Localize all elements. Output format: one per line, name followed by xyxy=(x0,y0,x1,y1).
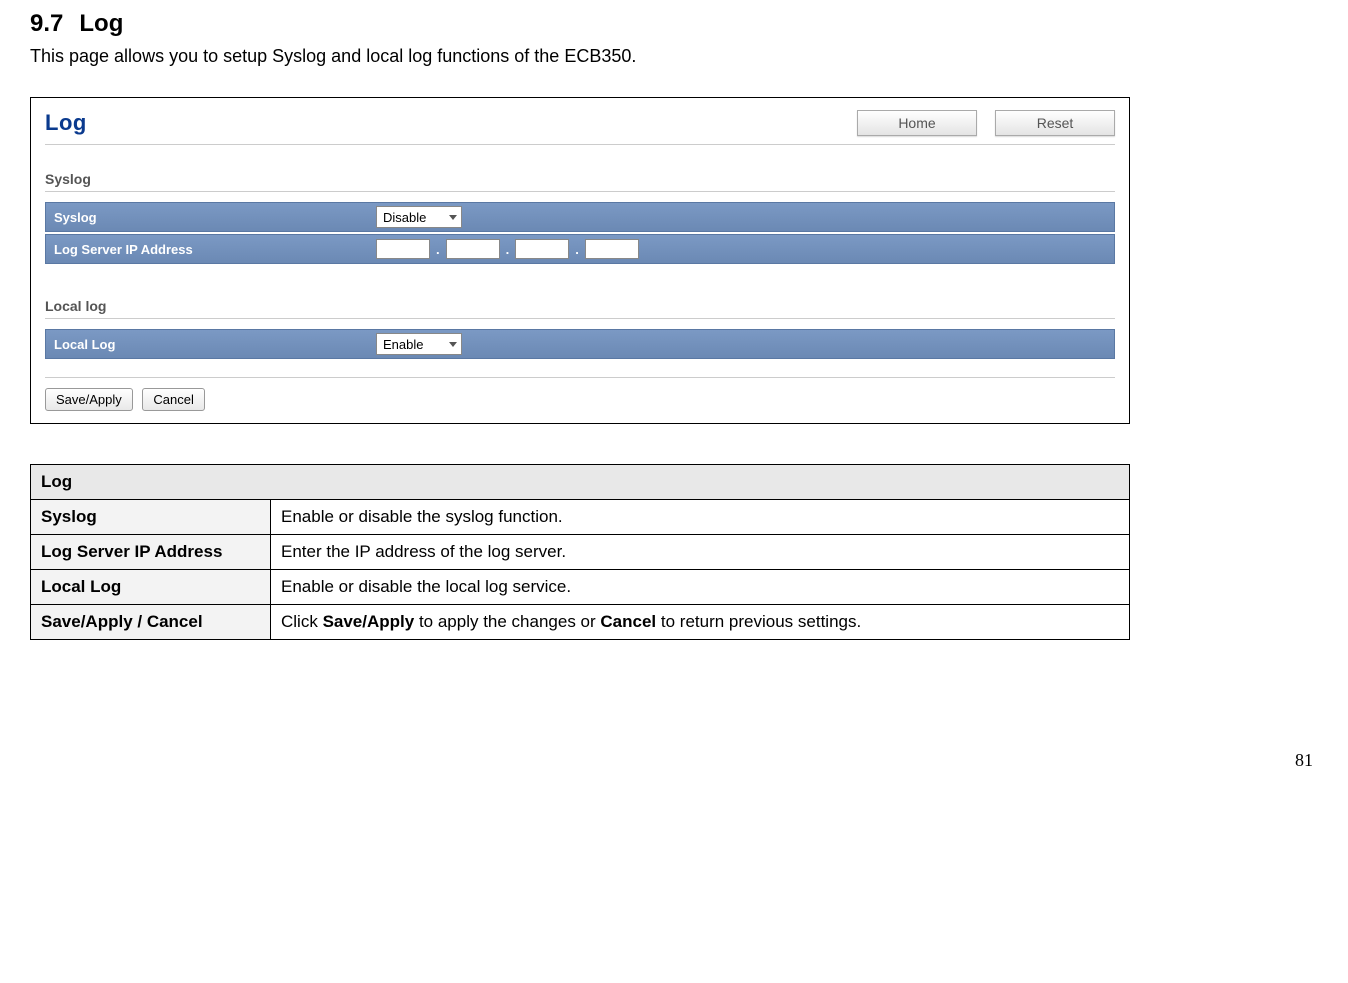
page-number: 81 xyxy=(30,750,1318,771)
section-number: 9.7 xyxy=(30,10,63,37)
ip-control: . . . xyxy=(376,239,1114,259)
header-buttons: Home Reset xyxy=(857,110,1115,136)
reset-button[interactable]: Reset xyxy=(995,110,1115,136)
locallog-select-value: Enable xyxy=(383,337,423,352)
table-header: Log xyxy=(31,465,1130,500)
ip-row: Log Server IP Address . . . xyxy=(45,234,1115,264)
chevron-down-icon xyxy=(449,215,457,220)
syslog-select[interactable]: Disable xyxy=(376,206,462,228)
syslog-row: Syslog Disable xyxy=(45,202,1115,232)
action-buttons: Save/Apply Cancel xyxy=(45,388,1115,411)
cancel-button[interactable]: Cancel xyxy=(142,388,204,411)
text: to return previous settings. xyxy=(656,612,861,631)
table-header-row: Log xyxy=(31,465,1130,500)
section-heading: 9.7 Log xyxy=(30,10,1318,38)
locallog-row: Local Log Enable xyxy=(45,329,1115,359)
ip-octet-1-input[interactable] xyxy=(376,239,430,259)
app-header: Log Home Reset xyxy=(45,110,1115,142)
divider xyxy=(45,144,1115,145)
syslog-select-value: Disable xyxy=(383,210,426,225)
dot: . xyxy=(575,242,579,257)
home-button[interactable]: Home xyxy=(857,110,977,136)
table-row: Local Log Enable or disable the local lo… xyxy=(31,570,1130,605)
text: Click xyxy=(281,612,323,631)
dot: . xyxy=(436,242,440,257)
dot: . xyxy=(506,242,510,257)
table-label: Save/Apply / Cancel xyxy=(31,605,271,640)
ip-octet-2-input[interactable] xyxy=(446,239,500,259)
ip-label: Log Server IP Address xyxy=(46,242,376,257)
text: to apply the changes or xyxy=(414,612,600,631)
table-label: Log Server IP Address xyxy=(31,535,271,570)
description-table: Log Syslog Enable or disable the syslog … xyxy=(30,464,1130,640)
table-row: Syslog Enable or disable the syslog func… xyxy=(31,500,1130,535)
ip-octet-3-input[interactable] xyxy=(515,239,569,259)
bold-text: Save/Apply xyxy=(323,612,415,631)
syslog-group-heading: Syslog xyxy=(45,171,1115,187)
table-label: Syslog xyxy=(31,500,271,535)
chevron-down-icon xyxy=(449,342,457,347)
ip-octet-4-input[interactable] xyxy=(585,239,639,259)
locallog-control: Enable xyxy=(376,333,1114,355)
save-apply-button[interactable]: Save/Apply xyxy=(45,388,133,411)
divider xyxy=(45,377,1115,378)
page-title: Log xyxy=(45,110,87,136)
table-desc: Click Save/Apply to apply the changes or… xyxy=(271,605,1130,640)
intro-text: This page allows you to setup Syslog and… xyxy=(30,46,1318,67)
locallog-group-heading: Local log xyxy=(45,298,1115,314)
table-desc: Enter the IP address of the log server. xyxy=(271,535,1130,570)
bold-text: Cancel xyxy=(600,612,656,631)
divider xyxy=(45,318,1115,319)
syslog-control: Disable xyxy=(376,206,1114,228)
locallog-select[interactable]: Enable xyxy=(376,333,462,355)
table-desc: Enable or disable the local log service. xyxy=(271,570,1130,605)
syslog-label: Syslog xyxy=(46,210,376,225)
table-label: Local Log xyxy=(31,570,271,605)
locallog-label: Local Log xyxy=(46,337,376,352)
table-desc: Enable or disable the syslog function. xyxy=(271,500,1130,535)
screenshot-container: Log Home Reset Syslog Syslog Disable Log… xyxy=(30,97,1130,424)
screenshot: Log Home Reset Syslog Syslog Disable Log… xyxy=(33,100,1127,421)
divider xyxy=(45,191,1115,192)
table-row: Log Server IP Address Enter the IP addre… xyxy=(31,535,1130,570)
section-title: Log xyxy=(79,10,123,37)
table-row: Save/Apply / Cancel Click Save/Apply to … xyxy=(31,605,1130,640)
